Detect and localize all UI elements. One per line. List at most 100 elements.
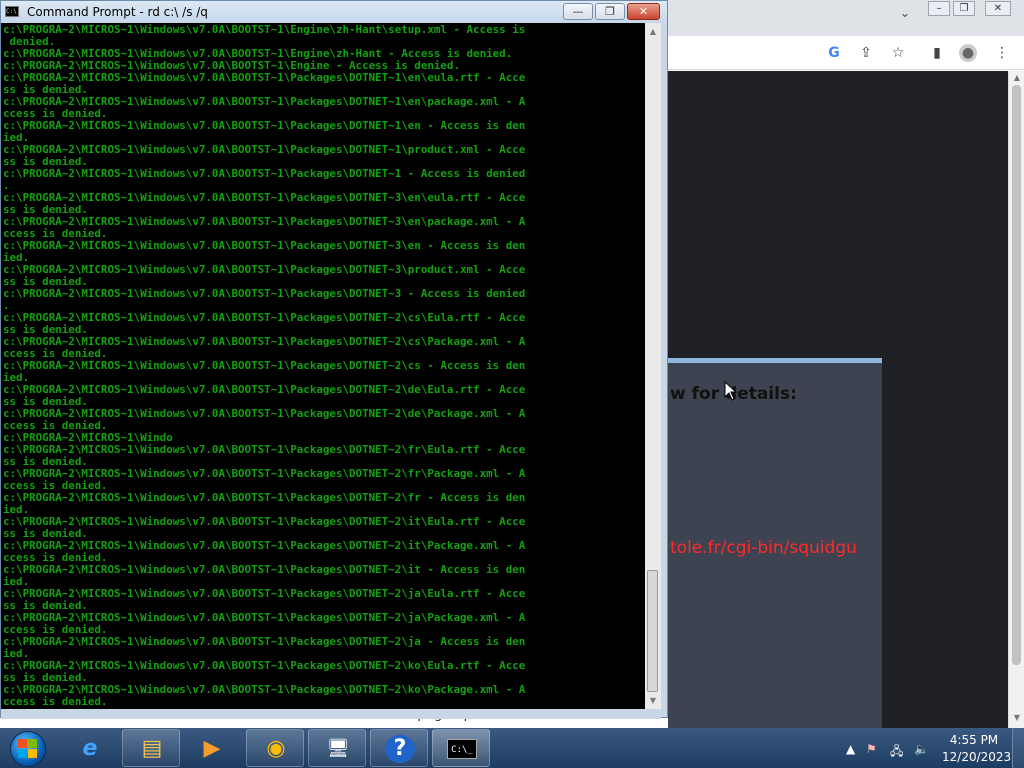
console-line: denied. <box>3 36 56 48</box>
star-icon[interactable]: ☆ <box>889 44 907 62</box>
console-line: c:\PROGRA~2\MICROS~1\Windows\v7.0A\BOOTS… <box>3 336 526 348</box>
sidebar-icon[interactable]: ▮ <box>928 44 946 62</box>
cmd-close-button[interactable]: ✕ <box>627 3 660 20</box>
console-line: ss is denied. <box>3 324 88 336</box>
console-line: c:\PROGRA~2\MICROS~1\Windows\v7.0A\BOOTS… <box>3 588 526 600</box>
folder-icon: ▤ <box>141 736 163 761</box>
scroll-up-icon[interactable]: ▲ <box>1012 73 1022 82</box>
console-line: c:\PROGRA~2\MICROS~1\Windows\v7.0A\BOOTS… <box>3 48 513 60</box>
console-line: ss is denied. <box>3 528 88 540</box>
cmd-scroll-thumb[interactable] <box>647 570 658 692</box>
show-hidden-icons-icon[interactable]: ▲ <box>846 742 855 756</box>
volume-muted-icon[interactable]: 🔈 <box>914 742 929 756</box>
tab-search-chevron-icon[interactable]: ⌄ <box>896 6 914 24</box>
cmd-maximize-button[interactable]: ❐ <box>595 3 625 20</box>
taskbar-media-player[interactable]: ▶ <box>182 729 240 767</box>
browser-scrollbar[interactable]: ▲ ▼ <box>1008 71 1024 728</box>
console-line: ss is denied. <box>3 600 88 612</box>
cmd-scroll-down-icon[interactable]: ▼ <box>648 696 658 705</box>
scroll-down-icon[interactable]: ▼ <box>1012 713 1022 722</box>
console-line: ss is denied. <box>3 396 88 408</box>
action-center-icon[interactable]: ⚑ <box>866 742 877 756</box>
console-line: c:\PROGRA~2\MICROS~1\Windows\v7.0A\BOOTS… <box>3 408 526 420</box>
console-line: c:\PROGRA~2\MICROS~1\Windows\v7.0A\BOOTS… <box>3 636 526 648</box>
console-output[interactable]: c:\PROGRA~2\MICROS~1\Windows\v7.0A\BOOTS… <box>1 23 645 709</box>
taskbar-chrome[interactable]: ◉ <box>246 729 304 767</box>
console-line: ccess is denied. <box>3 624 108 636</box>
console-line: c:\PROGRA~2\MICROS~1\Windows\v7.0A\BOOTS… <box>3 264 526 276</box>
internet-explorer-icon: e <box>82 736 98 761</box>
cmd-scrollbar[interactable]: ▲ ▼ <box>645 23 661 709</box>
cmd-scroll-up-icon[interactable]: ▲ <box>648 27 658 36</box>
media-player-icon: ▶ <box>203 736 221 761</box>
browser-minimize-button[interactable]: – <box>928 1 950 16</box>
console-line: ccess is denied. <box>3 420 108 432</box>
console-line: ccess is denied. <box>3 228 108 240</box>
google-icon[interactable]: G <box>825 44 843 62</box>
browser-close-button[interactable]: ✕ <box>985 1 1011 16</box>
mouse-cursor-icon <box>724 381 738 401</box>
console-line: ss is denied. <box>3 276 88 288</box>
console-line: ss is denied. <box>3 672 88 684</box>
taskbar-file-explorer[interactable]: ▤ <box>122 729 180 767</box>
console-line: ss is denied. <box>3 204 88 216</box>
taskbar-help[interactable]: ? <box>370 729 428 767</box>
network-tray-icon[interactable]: 🖧 <box>890 742 903 763</box>
console-line: c:\PROGRA~2\MICROS~1\Windows\v7.0A\BOOTS… <box>3 516 526 528</box>
console-line: ied. <box>3 252 30 264</box>
console-line: c:\PROGRA~2\MICROS~1\Windows\v7.0A\BOOTS… <box>3 684 526 696</box>
console-line: ccess is denied. <box>3 480 108 492</box>
command-prompt-icon: C:\_ <box>447 739 477 759</box>
console-line: c:\PROGRA~2\MICROS~1\Windows\v7.0A\BOOTS… <box>3 612 526 624</box>
console-line: ied. <box>3 576 30 588</box>
taskbar-command-prompt[interactable]: C:\_ <box>432 729 490 767</box>
console-line: c:\PROGRA~2\MICROS~1\Windows\v7.0A\BOOTS… <box>3 492 526 504</box>
console-line: c:\PROGRA~2\MICROS~1\Windows\v7.0A\BOOTS… <box>3 384 526 396</box>
console-line: . <box>3 300 10 312</box>
browser-maximize-button[interactable]: ❐ <box>953 1 975 16</box>
console-line: ss is denied. <box>3 156 88 168</box>
console-line: c:\PROGRA~2\MICROS~1\Windows\v7.0A\BOOTS… <box>3 660 526 672</box>
console-line: c:\PROGRA~2\MICROS~1\Windows\v7.0A\BOOTS… <box>3 564 526 576</box>
chrome-icon: ◉ <box>266 736 286 761</box>
windows-flag-icon <box>18 739 38 759</box>
console-line: c:\PROGRA~2\MICROS~1\Windows\v7.0A\BOOTS… <box>3 288 526 300</box>
menu-icon[interactable]: ⋮ <box>993 44 1011 62</box>
console-line: . <box>3 180 10 192</box>
command-prompt-window: C:\ Command Prompt - rd c:\ /s /q — ❐ ✕ … <box>0 0 668 719</box>
console-line: c:\PROGRA~2\MICROS~1\Windows\v7.0A\BOOTS… <box>3 240 526 252</box>
browser-scroll-thumb[interactable] <box>1012 85 1021 665</box>
profile-icon[interactable]: ● <box>959 44 977 62</box>
console-line: c:\PROGRA~2\MICROS~1\Windows\v7.0A\BOOTS… <box>3 72 526 84</box>
console-line: c:\PROGRA~2\MICROS~1\Windows\v7.0A\BOOTS… <box>3 312 526 324</box>
cmd-window-icon[interactable]: C:\ <box>5 6 19 17</box>
console-line: c:\PROGRA~2\MICROS~1\Windows\v7.0A\BOOTS… <box>3 360 526 372</box>
console-line: ss is denied. <box>3 456 88 468</box>
console-line: ccess is denied. <box>3 552 108 564</box>
share-icon[interactable]: ⇪ <box>857 44 875 62</box>
console-line: ied. <box>3 648 30 660</box>
cmd-title: Command Prompt - rd c:\ /s /q <box>27 5 208 19</box>
taskbar-internet-explorer[interactable]: e <box>60 729 118 767</box>
console-line: c:\PROGRA~2\MICROS~1\Windo <box>3 432 173 444</box>
console-line: ccess is denied. <box>3 108 108 120</box>
console-line: c:\PROGRA~2\MICROS~1\Windows\v7.0A\BOOTS… <box>3 444 526 456</box>
console-line: c:\PROGRA~2\MICROS~1\Windows\v7.0A\BOOTS… <box>3 192 526 204</box>
console-line: c:\PROGRA~2\MICROS~1\Windows\v7.0A\BOOTS… <box>3 96 526 108</box>
start-button[interactable] <box>2 729 54 767</box>
console-line: ied. <box>3 504 30 516</box>
console-line: c:\PROGRA~2\MICROS~1\Windows\v7.0A\BOOTS… <box>3 120 526 132</box>
console-line: ccess is denied. <box>3 348 108 360</box>
taskbar-network[interactable]: 🖥 <box>308 729 366 767</box>
cmd-title-bar[interactable]: C:\ Command Prompt - rd c:\ /s /q — ❐ ✕ <box>1 1 667 23</box>
cmd-minimize-button[interactable]: — <box>563 3 593 20</box>
console-line: c:\PROGRA~2\MICROS~1\Windows\v7.0A\BOOTS… <box>3 24 526 36</box>
console-line: c:\PROGRA~2\MICROS~1\Windows\v7.0A\BOOTS… <box>3 168 526 180</box>
clock-date[interactable]: 12/20/2023 <box>942 750 1011 764</box>
clock-time[interactable]: 4:55 PM <box>942 733 1006 747</box>
console-line: ss is denied. <box>3 84 88 96</box>
console-line: c:\PROGRA~2\MICROS~1\Windows\v7.0A\BOOTS… <box>3 540 526 552</box>
show-desktop-button[interactable] <box>1012 728 1024 768</box>
network-computer-icon: 🖥 <box>326 738 350 759</box>
console-line: c:\PROGRA~2\MICROS~1\Windows\v7.0A\BOOTS… <box>3 216 526 228</box>
